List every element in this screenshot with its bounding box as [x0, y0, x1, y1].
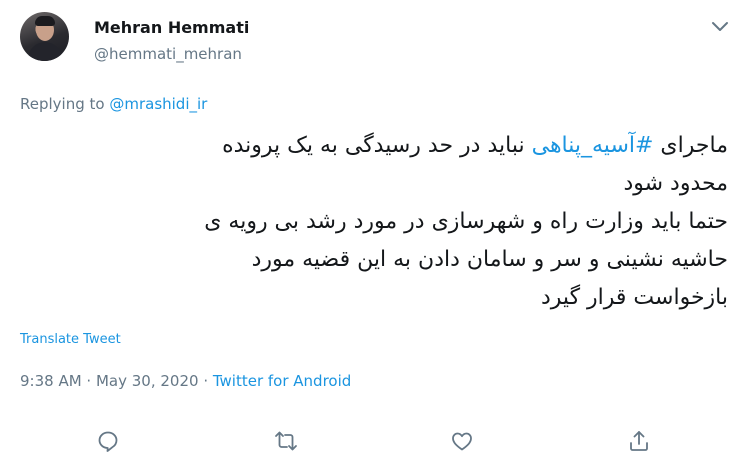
tweet-line-1-start: ماجرای	[653, 133, 728, 158]
tweet-line-1-end: نباید در حد رسیدگی به یک پرونده	[222, 133, 532, 158]
chevron-down-icon[interactable]	[710, 16, 730, 36]
heart-icon[interactable]	[450, 429, 474, 453]
tweet-meta: 9:38 AM · May 30, 2020 · Twitter for And…	[20, 372, 351, 390]
tweet-date[interactable]: May 30, 2020	[96, 372, 199, 390]
tweet-line-5: بازخواست قرار گیرد	[541, 285, 728, 310]
reply-icon[interactable]	[96, 429, 120, 453]
avatar-hair	[35, 16, 55, 26]
author-handle[interactable]: @hemmati_mehran	[94, 45, 242, 63]
retweet-icon[interactable]	[274, 429, 298, 453]
author-display-name[interactable]: Mehran Hemmati	[94, 18, 249, 37]
meta-separator: ·	[81, 372, 96, 390]
replying-to: Replying to @mrashidi_ir	[20, 95, 207, 113]
tweet-line-1: ماجرای #آسیه_پناهی نباید در حد رسیدگی به…	[20, 127, 728, 165]
meta-separator: ·	[198, 372, 213, 390]
avatar[interactable]	[20, 12, 69, 61]
reply-mention-link[interactable]: @mrashidi_ir	[109, 95, 207, 113]
replying-to-label: Replying to	[20, 95, 110, 113]
share-icon[interactable]	[627, 429, 651, 453]
tweet-line-2: محدود شود	[623, 171, 728, 196]
tweet-text: ماجرای #آسیه_پناهی نباید در حد رسیدگی به…	[20, 127, 728, 317]
hashtag-link[interactable]: #آسیه_پناهی	[532, 133, 654, 158]
tweet-time[interactable]: 9:38 AM	[20, 372, 82, 390]
tweet-line-3: حتما باید وزارت راه و شهرسازی در مورد رش…	[204, 209, 728, 234]
translate-tweet-link[interactable]: Translate Tweet	[20, 332, 121, 347]
tweet-source-link[interactable]: Twitter for Android	[213, 372, 351, 390]
tweet-line-4: حاشیه نشینی و سر و سامان دادن به این قضی…	[251, 247, 728, 272]
avatar-shoulders	[28, 42, 62, 61]
